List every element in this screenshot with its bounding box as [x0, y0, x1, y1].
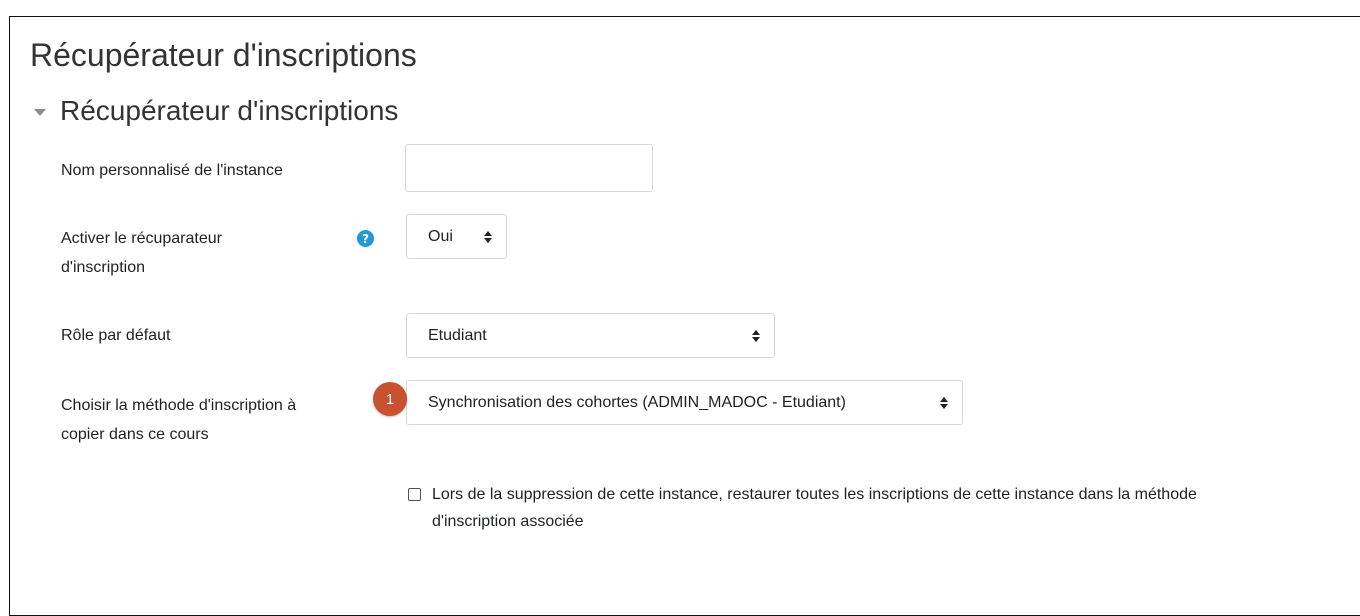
- default-role-select-value: Etudiant: [428, 326, 487, 344]
- instance-name-label: Nom personnalisé de l'instance: [61, 162, 283, 179]
- select-arrows-icon: [752, 329, 760, 342]
- restore-checkbox-row: Lors de la suppression de cette instance…: [408, 481, 1348, 535]
- select-arrows-icon: [484, 230, 492, 243]
- activate-label: Activer le récuparateur d'inscription: [61, 224, 222, 282]
- activate-label-line1: Activer le récuparateur: [61, 230, 222, 247]
- restore-label-line1: Lors de la suppression de cette instance…: [432, 486, 1197, 503]
- method-select-value: Synchronisation des cohortes (ADMIN_MADO…: [428, 393, 846, 411]
- caret-down-icon: [34, 108, 46, 116]
- step-badge: 1: [373, 382, 407, 416]
- default-role-label: Rôle par défaut: [61, 327, 171, 344]
- method-select[interactable]: Synchronisation des cohortes (ADMIN_MADO…: [406, 380, 963, 425]
- method-label-line1: Choisir la méthode d'inscription à: [61, 397, 297, 414]
- section-title: Récupérateur d'inscriptions: [60, 95, 399, 126]
- activate-select-value: Oui: [428, 227, 453, 245]
- restore-checkbox[interactable]: [408, 488, 421, 501]
- activate-select[interactable]: Oui: [406, 214, 507, 259]
- method-label: Choisir la méthode d'inscription à copie…: [61, 391, 296, 449]
- method-label-line2: copier dans ce cours: [61, 426, 209, 443]
- section-header[interactable]: Récupérateur d'inscriptions: [34, 95, 399, 127]
- select-arrows-icon: [940, 396, 948, 409]
- activate-label-line2: d'inscription: [61, 259, 145, 276]
- help-icon[interactable]: ?: [357, 230, 374, 247]
- restore-label-line2: d'inscription associée: [432, 513, 584, 530]
- instance-name-input[interactable]: [405, 144, 653, 192]
- default-role-select[interactable]: Etudiant: [406, 313, 775, 358]
- restore-checkbox-label[interactable]: Lors de la suppression de cette instance…: [432, 481, 1197, 535]
- page-title: Récupérateur d'inscriptions: [30, 37, 417, 73]
